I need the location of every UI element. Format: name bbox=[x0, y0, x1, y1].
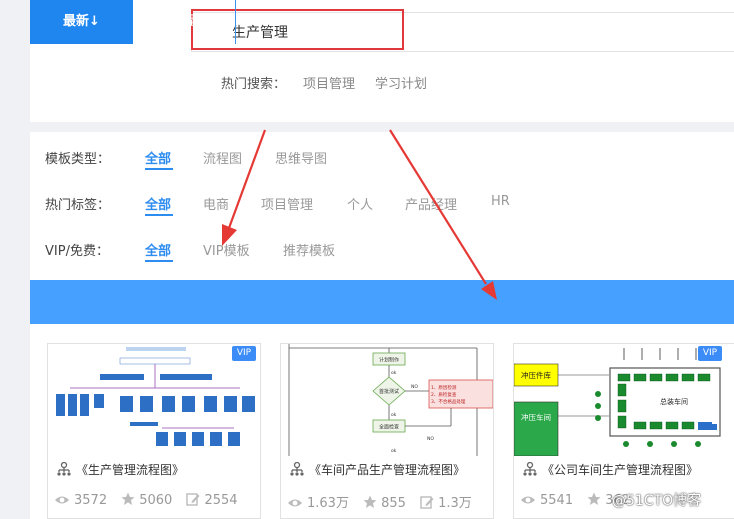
thumb2-label-ok-2: ok bbox=[391, 370, 397, 376]
thumb3-label-parts: 冲压件库 bbox=[521, 370, 551, 380]
filter-vip-underline bbox=[145, 260, 173, 262]
filter-type-all[interactable]: 全部 bbox=[145, 148, 171, 167]
edit-count: 1.3万 bbox=[438, 496, 472, 511]
filter-tag-personal[interactable]: 个人 bbox=[347, 194, 373, 213]
template-card-title-text: 《公司车间生产管理流程图》 bbox=[542, 463, 699, 477]
template-stats: 1.63万 855 1.3万 bbox=[287, 492, 482, 513]
sort-bar bbox=[30, 280, 734, 324]
template-stats: 3572 5060 2554 bbox=[54, 492, 248, 510]
vip-badge: VIP bbox=[232, 346, 256, 361]
star-icon bbox=[587, 492, 601, 510]
thumb3-label-assembly: 总装车间 bbox=[660, 397, 688, 406]
thumb2-node-plan: 计划制作 bbox=[379, 357, 399, 364]
filter-tag-all[interactable]: 全部 bbox=[145, 194, 171, 213]
filter-panel bbox=[30, 132, 734, 280]
template-thumbnail[interactable]: 冲压件库 冲压车间 总装车间 VIP bbox=[514, 344, 734, 456]
sort-usage-button[interactable]: 使用量↓ bbox=[133, 0, 236, 44]
filter-type-underline bbox=[145, 168, 173, 170]
view-count: 5541 bbox=[540, 493, 574, 508]
edit-icon bbox=[420, 495, 434, 513]
filter-tags-label: 热门标签： bbox=[45, 198, 111, 213]
thumb2-node-test: 首批测试 bbox=[379, 388, 399, 395]
thumb2-note-3: 3、不合格品处理 bbox=[431, 398, 466, 405]
template-thumbnail[interactable]: 计划制作 首批测试 全面检查 1、原因检测 2、质检复查 3、不合格品处理 NO… bbox=[281, 344, 493, 456]
star-icon bbox=[363, 495, 377, 513]
star-count: 855 bbox=[381, 496, 406, 511]
view-count: 3572 bbox=[74, 493, 108, 508]
filter-tags-underline bbox=[145, 214, 173, 216]
vip-badge: VIP bbox=[698, 346, 722, 361]
filter-recommended-templates[interactable]: 推荐模板 bbox=[283, 240, 335, 259]
thumb2-note-2: 2、质检复查 bbox=[431, 391, 457, 398]
eye-icon bbox=[520, 494, 536, 510]
filter-tag-pm[interactable]: 产品经理 bbox=[405, 194, 457, 213]
thumb2-label-ok-3: ok bbox=[391, 448, 397, 454]
filter-vip-all[interactable]: 全部 bbox=[145, 240, 171, 259]
thumb2-note-1: 1、原因检测 bbox=[431, 384, 457, 391]
edit-count: 2554 bbox=[204, 493, 238, 508]
hot-search-link-study[interactable]: 学习计划 bbox=[375, 73, 427, 92]
star-count: 5060 bbox=[139, 493, 173, 508]
hot-search-link-project[interactable]: 项目管理 bbox=[303, 73, 355, 92]
eye-icon bbox=[287, 497, 303, 513]
template-card-title[interactable]: 《生产管理流程图》 bbox=[56, 461, 184, 479]
filter-type-label: 模板类型： bbox=[45, 152, 111, 167]
view-count: 1.63万 bbox=[307, 496, 349, 511]
filter-tag-project[interactable]: 项目管理 bbox=[261, 194, 313, 213]
sort-newest-button[interactable]: 最新↓ bbox=[30, 0, 133, 44]
org-chart-icon bbox=[56, 461, 72, 479]
watermark: @51CTO博客 bbox=[612, 493, 702, 509]
filter-tag-hr[interactable]: HR bbox=[491, 194, 510, 209]
edit-icon bbox=[186, 492, 200, 510]
search-input[interactable] bbox=[222, 13, 732, 51]
org-chart-icon bbox=[522, 461, 538, 479]
template-card-title[interactable]: 《车间产品生产管理流程图》 bbox=[289, 461, 465, 479]
thumb2-node-check: 全面检查 bbox=[379, 424, 399, 431]
hot-search-label: 热门搜索： bbox=[221, 77, 287, 92]
filter-type-mindmap[interactable]: 思维导图 bbox=[275, 148, 327, 167]
template-thumbnail[interactable]: VIP bbox=[48, 344, 260, 456]
template-card-title-text: 《车间产品生产管理流程图》 bbox=[309, 463, 466, 477]
filter-vip-templates[interactable]: VIP模板 bbox=[203, 240, 250, 259]
filter-tag-ecommerce[interactable]: 电商 bbox=[203, 194, 229, 213]
thumb2-label-ok-1: ok bbox=[391, 412, 397, 418]
template-card-title-text: 《生产管理流程图》 bbox=[76, 463, 185, 477]
template-card-title[interactable]: 《公司车间生产管理流程图》 bbox=[522, 461, 698, 479]
thumb2-label-no-1: NO bbox=[411, 384, 418, 390]
thumb2-label-no-2: NO bbox=[427, 436, 434, 442]
thumb3-label-stamping: 冲压车间 bbox=[521, 412, 551, 422]
template-card[interactable]: VIP 《生产管理流程图》 3572 5060 2554 bbox=[47, 343, 261, 519]
star-icon bbox=[121, 492, 135, 510]
filter-type-flowchart[interactable]: 流程图 bbox=[203, 148, 242, 167]
org-chart-icon bbox=[289, 461, 305, 479]
filter-vip-label: VIP/免费： bbox=[45, 244, 109, 259]
template-card[interactable]: 计划制作 首批测试 全面检查 1、原因检测 2、质检复查 3、不合格品处理 NO… bbox=[280, 343, 494, 519]
eye-icon bbox=[54, 494, 70, 510]
